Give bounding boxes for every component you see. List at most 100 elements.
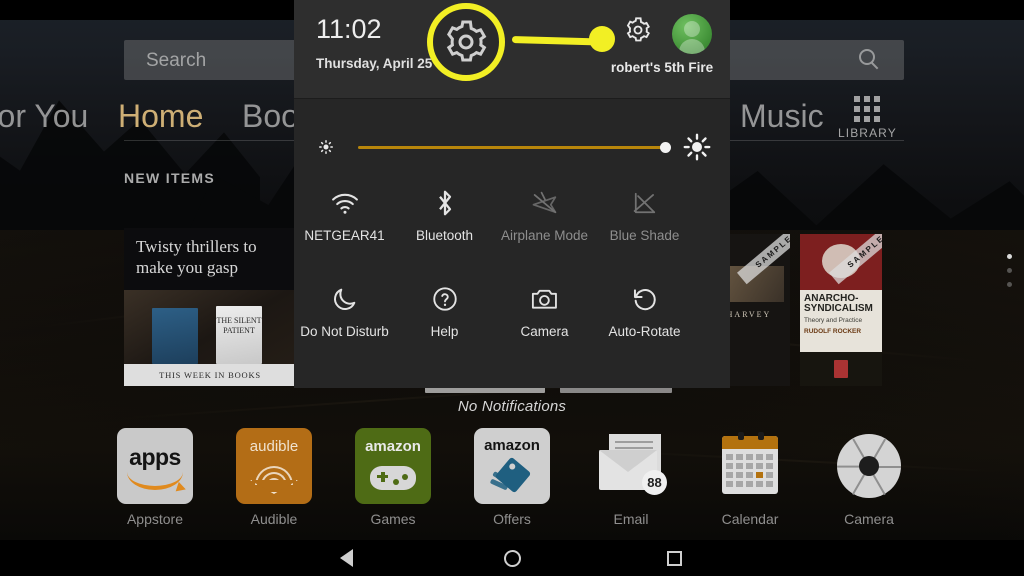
games-icon: amazon <box>355 428 431 504</box>
book-cover-foot <box>800 352 882 386</box>
recents-button[interactable] <box>644 540 704 576</box>
brightness-row <box>294 132 730 164</box>
grid-icon <box>854 96 880 122</box>
gear-icon <box>446 20 487 62</box>
search-placeholder: Search <box>146 50 207 71</box>
book-cover-body: ANARCHO- SYNDICALISM Theory and Practice… <box>800 290 882 352</box>
blue-shade-off-icon <box>595 186 694 220</box>
amazon-wordmark: amazon <box>484 437 540 454</box>
toggle-row-2: Do Not Disturb Help Camera Auto-Rotate <box>294 276 730 372</box>
dock-item-appstore[interactable]: apps Appstore <box>95 428 215 527</box>
recents-square-icon <box>666 550 682 566</box>
back-button[interactable] <box>316 540 376 576</box>
android-navigation-bar <box>0 540 1024 576</box>
user-avatar[interactable] <box>672 14 712 54</box>
dock-label: Email <box>613 511 649 527</box>
camera-icon <box>495 282 594 316</box>
dock-item-calendar[interactable]: Calendar <box>690 428 810 527</box>
clock-time: 11:02 <box>316 14 382 44</box>
tab-for-you[interactable]: For You <box>0 98 88 135</box>
home-circle-icon <box>503 549 521 567</box>
toggle-label: Bluetooth <box>415 228 474 243</box>
toggle-do-not-disturb[interactable]: Do Not Disturb <box>295 276 394 372</box>
toggle-bluetooth[interactable]: Bluetooth <box>395 180 494 276</box>
toggle-label: Do Not Disturb <box>300 324 389 339</box>
quick-settings-panel: 11:02 Thursday, April 25 robert's 5th Fi… <box>294 0 730 388</box>
card-title: Twisty thrillers to make you gasp <box>136 237 257 278</box>
dock-item-camera[interactable]: Camera <box>809 428 929 527</box>
toggle-label: Help <box>430 324 459 339</box>
book-cover-right: THE SILENT PATIENT <box>216 306 262 364</box>
carousel-card-thrillers[interactable]: Twisty thrillers to make you gasp THE SI… <box>124 228 296 386</box>
avatar-body <box>679 39 705 54</box>
audible-wordmark: audible <box>249 438 299 455</box>
book-subtitle: Theory and Practice <box>804 317 863 324</box>
card-footer: THIS WEEK IN BOOKS <box>124 364 296 386</box>
search-icon[interactable] <box>859 49 880 70</box>
dock-label: Games <box>370 511 416 527</box>
dock-item-email[interactable]: 88 Email <box>571 428 691 527</box>
dock-label: Appstore <box>126 511 184 527</box>
annotation-highlight-circle <box>427 3 505 81</box>
book-title-line2: SYNDICALISM <box>804 303 873 314</box>
brightness-high-icon <box>682 132 712 167</box>
gamepad-icon <box>370 466 416 490</box>
avatar-head <box>684 21 700 37</box>
carousel-card-anarcho[interactable]: ANARCHO- SYNDICALISM Theory and Practice… <box>800 234 882 386</box>
amazon-wordmark: amazon <box>365 438 421 455</box>
toggle-blue-shade[interactable]: Blue Shade <box>595 180 694 276</box>
offers-icon: amazon <box>474 428 550 504</box>
email-unread-badge: 88 <box>642 470 667 495</box>
brightness-low-icon <box>316 137 336 162</box>
settings-gear-button[interactable] <box>624 16 652 49</box>
dock-label: Camera <box>844 511 894 527</box>
dock-label: Offers <box>493 511 531 527</box>
library-button[interactable]: LIBRARY <box>838 96 896 140</box>
audible-icon: audible <box>236 428 312 504</box>
book-cover-title: THE SILENT PATIENT <box>216 316 262 335</box>
email-icon: 88 <box>593 428 669 504</box>
app-dock: apps Appstore audible Audible amazon Gam… <box>0 428 1024 536</box>
dock-item-offers[interactable]: amazon Offers <box>452 428 572 527</box>
card-photo: THE SILENT PATIENT <box>124 290 296 364</box>
carousel-page-dots[interactable] <box>1007 254 1012 296</box>
tab-music[interactable]: Music <box>740 98 824 135</box>
toggle-help[interactable]: Help <box>395 276 494 372</box>
dock-label: Calendar <box>721 511 779 527</box>
dock-label: Audible <box>250 511 298 527</box>
airplane-off-icon <box>495 186 594 220</box>
bluetooth-icon <box>395 186 494 220</box>
section-header-new-items: NEW ITEMS <box>124 170 216 186</box>
no-notifications-text: No Notifications <box>457 398 567 415</box>
book-author: RUDOLF ROCKER <box>804 328 862 335</box>
book-cover-left <box>152 308 198 364</box>
camera-icon <box>831 428 907 504</box>
brightness-slider-thumb[interactable] <box>660 142 671 153</box>
toggle-auto-rotate[interactable]: Auto-Rotate <box>595 276 694 372</box>
rotate-icon <box>595 282 694 316</box>
library-label: LIBRARY <box>838 126 897 140</box>
wifi-icon <box>295 186 394 220</box>
annotation-endpoint-dot <box>589 26 615 52</box>
toggle-row-1: NETGEAR41 Bluetooth Airplane Mode Blue S… <box>294 180 730 276</box>
toggle-label: NETGEAR41 <box>304 228 385 243</box>
dock-item-audible[interactable]: audible Audible <box>214 428 334 527</box>
back-triangle-icon <box>339 549 353 567</box>
help-icon <box>395 282 494 316</box>
toggle-airplane-mode[interactable]: Airplane Mode <box>495 180 594 276</box>
toggle-label: Blue Shade <box>609 228 680 243</box>
calendar-icon <box>712 428 788 504</box>
home-button[interactable] <box>482 540 542 576</box>
dock-item-games[interactable]: amazon Games <box>333 428 453 527</box>
toggle-wifi[interactable]: NETGEAR41 <box>295 180 394 276</box>
toggle-label: Auto-Rotate <box>608 324 681 339</box>
quick-settings-toggles: NETGEAR41 Bluetooth Airplane Mode Blue S… <box>294 180 730 372</box>
tablet-screen: Search For You Home Book Music LIBRARY N… <box>0 0 1024 576</box>
toggle-label: Camera <box>520 324 569 339</box>
brightness-slider-track[interactable] <box>358 146 668 149</box>
clock-date: Thursday, April 25 <box>316 56 433 71</box>
toggle-label: Airplane Mode <box>500 228 589 243</box>
toggle-camera[interactable]: Camera <box>495 276 594 372</box>
tab-home[interactable]: Home <box>118 98 203 135</box>
moon-icon <box>295 282 394 316</box>
